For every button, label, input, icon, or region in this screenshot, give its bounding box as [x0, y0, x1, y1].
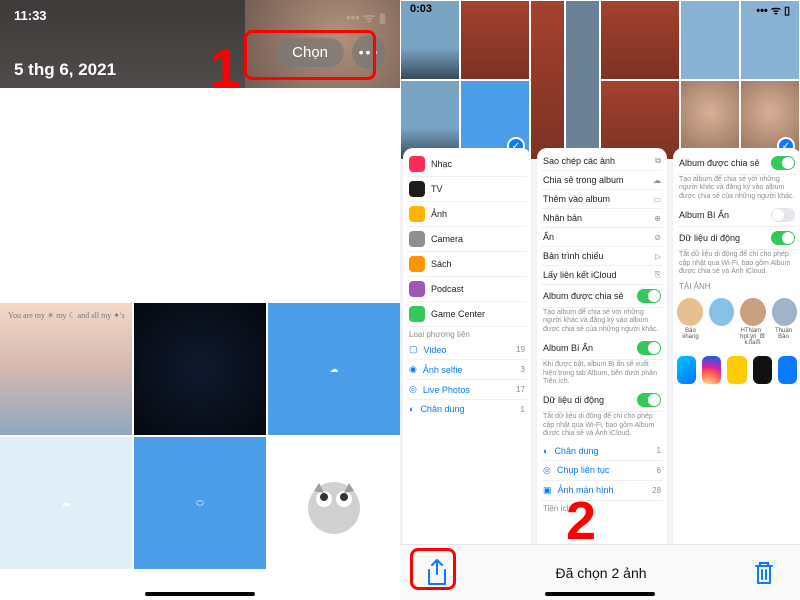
toggle-icon[interactable]: [771, 156, 795, 170]
toggle-icon[interactable]: [637, 289, 661, 303]
photo-tile[interactable]: [268, 437, 400, 569]
phone-screen-1: 11:33 ••• ᯤ ▮ 5 thg 6, 2021 Chọn ••• You…: [0, 0, 400, 600]
description: Tạo album để chia sẻ với những người khá…: [677, 175, 797, 204]
list-item[interactable]: ◐Chân dung1: [407, 400, 527, 418]
list-item[interactable]: Ảnh: [407, 202, 527, 227]
list-item[interactable]: Podcast: [407, 277, 527, 302]
messenger-icon[interactable]: [677, 356, 696, 384]
list-item[interactable]: TV: [407, 177, 527, 202]
photo-thumb[interactable]: [565, 0, 600, 160]
description: Tạo album để chia sẻ với những người khá…: [541, 308, 663, 337]
section-header: TẢI ẢNH: [677, 279, 797, 292]
section-header: Loại phương tiện: [407, 327, 527, 340]
highlight-box-2: [410, 548, 456, 590]
toggle-icon[interactable]: [771, 208, 795, 222]
selection-count: Đã chọn 2 ảnh: [555, 565, 646, 581]
time: 11:33: [14, 8, 47, 26]
list-item[interactable]: ◉Ảnh selfie3: [407, 360, 527, 380]
list-item[interactable]: Nhạc: [407, 152, 527, 177]
action-item[interactable]: Sao chép các ảnh⧉: [541, 152, 663, 171]
list-item[interactable]: Sách: [407, 252, 527, 277]
photo-grid[interactable]: You are my ☀ my ☾ and all my ✦'s ☁︎ ☁︎ ⬭: [0, 303, 400, 569]
contact-avatar[interactable]: [740, 298, 766, 326]
date-header: 5 thg 6, 2021: [14, 60, 116, 80]
app-icon[interactable]: [778, 356, 797, 384]
photo-grid-top: ✓ ✓: [400, 0, 800, 160]
action-item[interactable]: Chia sẻ trong album☁: [541, 171, 663, 190]
status-icons: ••• ᯤ ▯: [756, 3, 790, 18]
action-sheet[interactable]: Sao chép các ảnh⧉ Chia sẻ trong album☁ T…: [537, 148, 667, 562]
description: Tắt dữ liệu di động để chỉ cho phép cập …: [677, 250, 797, 279]
description: Tắt dữ liệu di động để chỉ cho phép cập …: [541, 412, 663, 441]
photo-tile[interactable]: ☁︎: [268, 303, 400, 435]
action-item[interactable]: Ẩn⊘: [541, 228, 663, 247]
toggle-icon[interactable]: [637, 393, 661, 407]
app-icon[interactable]: [727, 356, 746, 384]
toggle-row[interactable]: Album Bí Ẩn: [541, 337, 663, 360]
delete-button[interactable]: [752, 559, 776, 587]
toggle-row[interactable]: Dữ liệu di động: [677, 227, 797, 250]
time: 0:03: [410, 3, 432, 18]
toggle-icon[interactable]: [637, 341, 661, 355]
list-item[interactable]: ◎Live Photos17: [407, 380, 527, 400]
action-item[interactable]: Lấy liên kết iCloud⎘: [541, 266, 663, 285]
share-apps[interactable]: [677, 356, 797, 384]
toggle-icon[interactable]: [771, 231, 795, 245]
toggle-row[interactable]: Dữ liệu di động: [541, 389, 663, 412]
action-item[interactable]: Nhân bản⊕: [541, 209, 663, 228]
settings-panel-3[interactable]: Album được chia sẻ Tạo album để chia sẻ …: [673, 148, 800, 562]
photo-thumb[interactable]: [530, 0, 565, 160]
highlight-box-1: [244, 30, 376, 80]
contact-avatar[interactable]: [772, 298, 798, 326]
phone-screen-2: 0:03 ••• ᯤ ▯ ✓ ✓ Nhạc TV Ảnh Camera Sách…: [400, 0, 800, 600]
home-indicator: [545, 592, 655, 596]
list-item[interactable]: Camera: [407, 227, 527, 252]
action-item[interactable]: Thêm vào album▭: [541, 190, 663, 209]
toggle-row[interactable]: Album được chia sẻ: [541, 285, 663, 308]
list-item[interactable]: ◎Chụp liên tục6: [541, 461, 663, 481]
action-item[interactable]: Bản trình chiếu▷: [541, 247, 663, 266]
date-separator: [0, 88, 400, 303]
photo-tile[interactable]: ☁︎: [0, 437, 132, 569]
settings-panel-1[interactable]: Nhạc TV Ảnh Camera Sách Podcast Game Cen…: [403, 148, 531, 562]
contact-avatar[interactable]: [709, 298, 735, 326]
home-indicator: [145, 592, 255, 596]
list-item[interactable]: ◐Chân dung1: [541, 442, 663, 461]
tiktok-icon[interactable]: [753, 356, 772, 384]
description: Khi được bật, album Bị ẩn sẽ xuất hiện t…: [541, 360, 663, 389]
section-header: Tiện ích: [541, 501, 663, 514]
step-number-2: 2: [566, 490, 596, 552]
photo-tile[interactable]: ⬭: [134, 437, 266, 569]
list-item[interactable]: ▢Video19: [407, 340, 527, 360]
list-item[interactable]: ▣Ảnh màn hình28: [541, 481, 663, 501]
instagram-icon[interactable]: [702, 356, 721, 384]
contact-avatar[interactable]: [677, 298, 703, 326]
toggle-row[interactable]: Album Bí Ẩn: [677, 204, 797, 227]
step-number-1: 1: [210, 38, 240, 100]
photo-tile[interactable]: [134, 303, 266, 435]
list-item[interactable]: Game Center: [407, 302, 527, 327]
toggle-row[interactable]: Album được chia sẻ: [677, 152, 797, 175]
photo-tile[interactable]: You are my ☀ my ☾ and all my ✦'s: [0, 303, 132, 435]
airdrop-contacts[interactable]: [677, 298, 797, 326]
